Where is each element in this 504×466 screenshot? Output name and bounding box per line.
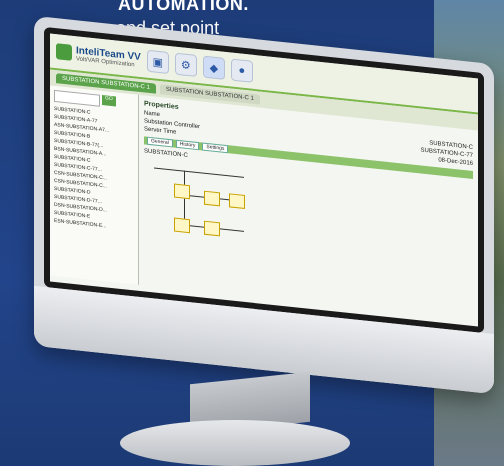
regulator-node[interactable] xyxy=(229,193,245,210)
headline: AUTOMATION. xyxy=(118,0,249,14)
network-icon[interactable]: ⚙ xyxy=(174,52,197,77)
search-input[interactable] xyxy=(54,89,100,107)
main-panel: Properties Name SUBSTATION-C Substation … xyxy=(139,95,478,321)
app-screen: InteliTeam VV Volt/VAR Optimization ▣ ⚙ … xyxy=(50,33,478,327)
search-button[interactable]: GO xyxy=(102,94,116,107)
regulator-node[interactable] xyxy=(204,220,220,237)
regulator-node[interactable] xyxy=(174,217,190,234)
detail-tab-settings[interactable]: Settings xyxy=(202,142,229,154)
prop-label: Server Time xyxy=(144,126,177,136)
logo-mark-icon xyxy=(56,43,72,61)
regulator-node[interactable] xyxy=(204,190,220,207)
sidebar: GO SUBSTATION-C SUBSTATION-A-77 ASN-SUBS… xyxy=(50,85,139,285)
shield-icon[interactable]: ◆ xyxy=(202,55,225,80)
app-logo: InteliTeam VV Volt/VAR Optimization xyxy=(56,43,141,69)
detail-tab-general[interactable]: General xyxy=(147,136,173,148)
monitor-icon[interactable]: ▣ xyxy=(146,49,169,74)
prop-value: 08-Dec-2016 xyxy=(438,157,473,167)
detail-tab-history[interactable]: History xyxy=(175,139,200,151)
monitor: InteliTeam VV Volt/VAR Optimization ▣ ⚙ … xyxy=(34,15,494,395)
prop-label: Name xyxy=(144,110,161,119)
monitor-base xyxy=(120,420,350,466)
regulator-node[interactable] xyxy=(174,183,190,200)
alert-icon[interactable]: ● xyxy=(230,58,253,83)
monitor-bezel: InteliTeam VV Volt/VAR Optimization ▣ ⚙ … xyxy=(44,26,484,334)
